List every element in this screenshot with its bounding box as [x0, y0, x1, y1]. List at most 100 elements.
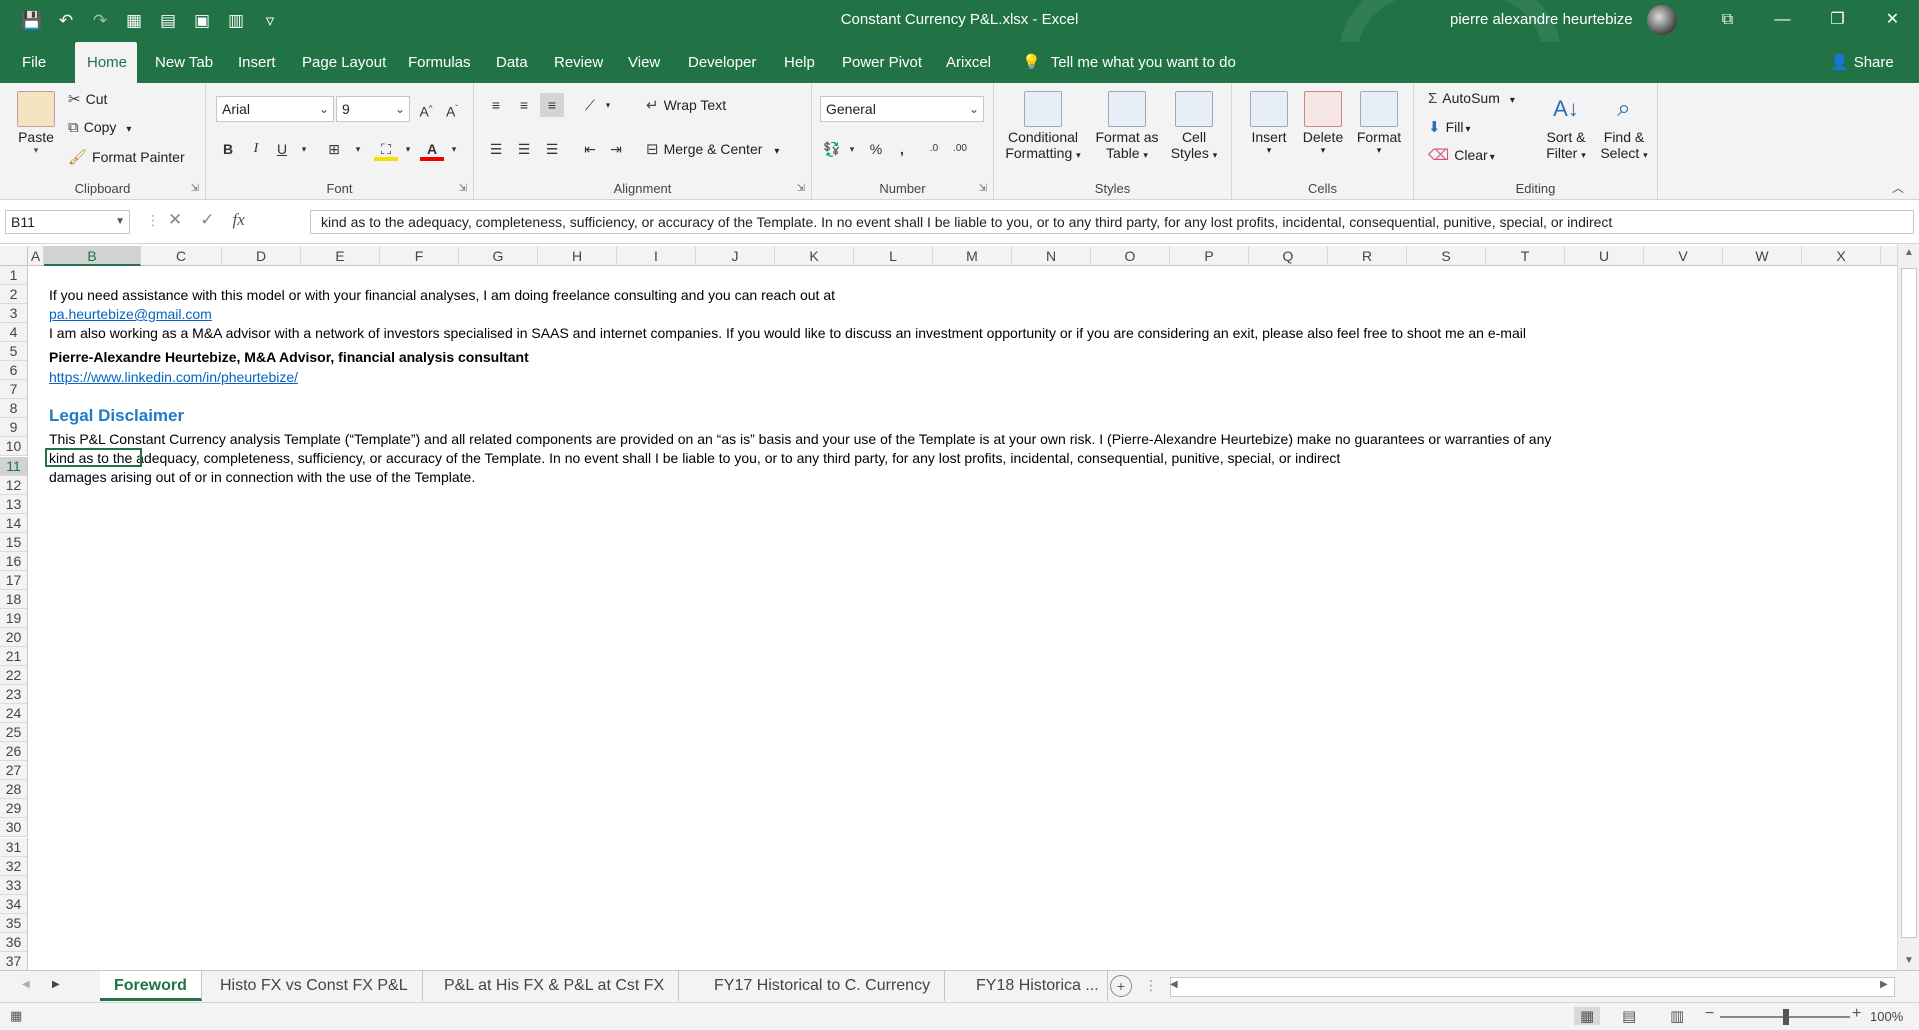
- tab-review[interactable]: Review: [542, 42, 615, 83]
- row-header-11[interactable]: 11: [0, 456, 28, 476]
- row-header-7[interactable]: 7: [0, 380, 28, 400]
- column-header-a[interactable]: A: [28, 246, 44, 266]
- row-header-10[interactable]: 10: [0, 437, 28, 457]
- column-header-g[interactable]: G: [459, 246, 538, 266]
- tab-data[interactable]: Data: [484, 42, 540, 83]
- chevron-down-icon[interactable]: ▾: [596, 93, 620, 117]
- sort-filter-button[interactable]: A↓ Sort & Filter ▾: [1540, 91, 1592, 161]
- fill-color-icon[interactable]: ⛶: [374, 137, 398, 161]
- column-header-b[interactable]: B: [44, 246, 141, 266]
- enter-icon[interactable]: ✓: [200, 210, 214, 230]
- row-header-17[interactable]: 17: [0, 570, 28, 590]
- row-header-16[interactable]: 16: [0, 551, 28, 571]
- user-name[interactable]: pierre alexandre heurtebize: [1450, 11, 1633, 28]
- format-painter-button[interactable]: 🖌 Format Painter: [68, 148, 185, 166]
- cell-styles-button[interactable]: Cell Styles ▾: [1166, 91, 1222, 161]
- zoom-level[interactable]: 100%: [1870, 1009, 1903, 1024]
- restore-icon[interactable]: ❐: [1810, 0, 1865, 42]
- bold-icon[interactable]: B: [216, 137, 240, 161]
- column-header-s[interactable]: S: [1407, 246, 1486, 266]
- column-header-k[interactable]: K: [775, 246, 854, 266]
- find-select-button[interactable]: ⌕ Find & Select ▾: [1596, 91, 1652, 161]
- tab-arixcel[interactable]: Arixcel: [934, 42, 1003, 83]
- row-header-9[interactable]: 9: [0, 418, 28, 438]
- row-header-25[interactable]: 25: [0, 723, 28, 743]
- row-header-36[interactable]: 36: [0, 932, 28, 952]
- paste-button[interactable]: Paste ▾: [14, 91, 58, 156]
- clear-button[interactable]: ⌫ Clear ▾: [1428, 146, 1495, 164]
- align-right-icon[interactable]: ☰: [540, 137, 564, 161]
- cancel-icon[interactable]: ✕: [168, 210, 182, 230]
- sheet-tab-histo-fx[interactable]: Histo FX vs Const FX P&L: [206, 971, 423, 1001]
- column-header-w[interactable]: W: [1723, 246, 1802, 266]
- name-box[interactable]: B11 ▼: [5, 210, 130, 234]
- tab-help[interactable]: Help: [772, 42, 827, 83]
- row-header-8[interactable]: 8: [0, 399, 28, 419]
- number-launcher-icon[interactable]: ⇲: [979, 183, 987, 194]
- page-break-view-icon[interactable]: ▥: [1670, 1007, 1684, 1025]
- vertical-scrollbar[interactable]: ▲ ▼: [1897, 244, 1919, 970]
- row-header-35[interactable]: 35: [0, 913, 28, 933]
- increase-decimal-icon[interactable]: .0: [922, 137, 946, 161]
- cell-b9-heading[interactable]: Legal Disclaimer: [49, 406, 184, 425]
- hscroll-left-icon[interactable]: ◀: [1170, 979, 1178, 990]
- scroll-tabs-right-icon[interactable]: ▶: [52, 979, 60, 990]
- select-all-corner[interactable]: [0, 246, 28, 266]
- ribbon-display-icon[interactable]: ⧉: [1700, 0, 1755, 42]
- row-header-12[interactable]: 12: [0, 475, 28, 495]
- row-header-14[interactable]: 14: [0, 513, 28, 533]
- sheet-tab-fy17[interactable]: FY17 Historical to C. Currency: [700, 971, 946, 1001]
- italic-icon[interactable]: I: [244, 137, 268, 161]
- cell-b4[interactable]: I am also working as a M&A advisor with …: [49, 324, 1526, 343]
- row-header-33[interactable]: 33: [0, 875, 28, 895]
- row-header-13[interactable]: 13: [0, 494, 28, 514]
- hscroll-right-icon[interactable]: ▶: [1880, 979, 1888, 990]
- sheet-tab-fy18[interactable]: FY18 Historica ...: [962, 971, 1108, 1001]
- column-header-f[interactable]: F: [380, 246, 459, 266]
- share-button[interactable]: 👤 Share: [1830, 42, 1894, 83]
- column-header-q[interactable]: Q: [1249, 246, 1328, 266]
- row-header-3[interactable]: 3: [0, 304, 28, 324]
- chevron-down-icon[interactable]: ▾: [396, 137, 420, 161]
- tab-power-pivot[interactable]: Power Pivot: [830, 42, 934, 83]
- align-left-icon[interactable]: ☰: [484, 137, 508, 161]
- collapse-ribbon-icon[interactable]: ︿: [1892, 179, 1904, 196]
- cell-b6[interactable]: Pierre-Alexandre Heurtebize, M&A Advisor…: [49, 348, 529, 367]
- column-header-m[interactable]: M: [933, 246, 1012, 266]
- row-header-26[interactable]: 26: [0, 742, 28, 762]
- column-header-d[interactable]: D: [222, 246, 301, 266]
- scroll-thumb[interactable]: [1901, 268, 1917, 938]
- column-header-e[interactable]: E: [301, 246, 380, 266]
- zoom-slider-thumb[interactable]: [1783, 1009, 1789, 1025]
- row-header-27[interactable]: 27: [0, 761, 28, 781]
- wrap-text-button[interactable]: ↵ Wrap Text: [646, 96, 726, 114]
- tab-page-layout[interactable]: Page Layout: [290, 42, 398, 83]
- scroll-tabs-left-icon[interactable]: ◀: [22, 979, 30, 990]
- align-middle-icon[interactable]: ≡: [512, 93, 536, 117]
- font-launcher-icon[interactable]: ⇲: [459, 183, 467, 194]
- row-header-23[interactable]: 23: [0, 685, 28, 705]
- row-header-4[interactable]: 4: [0, 323, 28, 343]
- tab-developer[interactable]: Developer: [676, 42, 768, 83]
- tab-new-tab[interactable]: New Tab: [143, 42, 225, 83]
- column-header-t[interactable]: T: [1486, 246, 1565, 266]
- font-size-combo[interactable]: 9 ⌄: [336, 96, 410, 122]
- row-header-15[interactable]: 15: [0, 532, 28, 552]
- merge-center-button[interactable]: ⊟ Merge & Center ▾: [646, 140, 779, 158]
- row-header-20[interactable]: 20: [0, 627, 28, 647]
- cell-b12[interactable]: damages arising out of or in connection …: [49, 468, 475, 487]
- tab-view[interactable]: View: [616, 42, 672, 83]
- row-header-19[interactable]: 19: [0, 608, 28, 628]
- increase-font-icon[interactable]: A^: [414, 97, 438, 121]
- tab-splitter-icon[interactable]: ⋮: [1144, 977, 1158, 994]
- column-header-h[interactable]: H: [538, 246, 617, 266]
- tab-formulas[interactable]: Formulas: [396, 42, 483, 83]
- cell-b7-linkedin-link[interactable]: https://www.linkedin.com/in/pheurtebize/: [49, 368, 298, 387]
- row-header-30[interactable]: 30: [0, 818, 28, 838]
- chevron-down-icon[interactable]: ▾: [442, 137, 466, 161]
- column-header-u[interactable]: U: [1565, 246, 1644, 266]
- scroll-down-icon[interactable]: ▼: [1898, 952, 1919, 970]
- row-header-31[interactable]: 31: [0, 837, 28, 857]
- insert-function-icon[interactable]: fx: [233, 210, 245, 230]
- comma-style-icon[interactable]: ,: [890, 137, 914, 161]
